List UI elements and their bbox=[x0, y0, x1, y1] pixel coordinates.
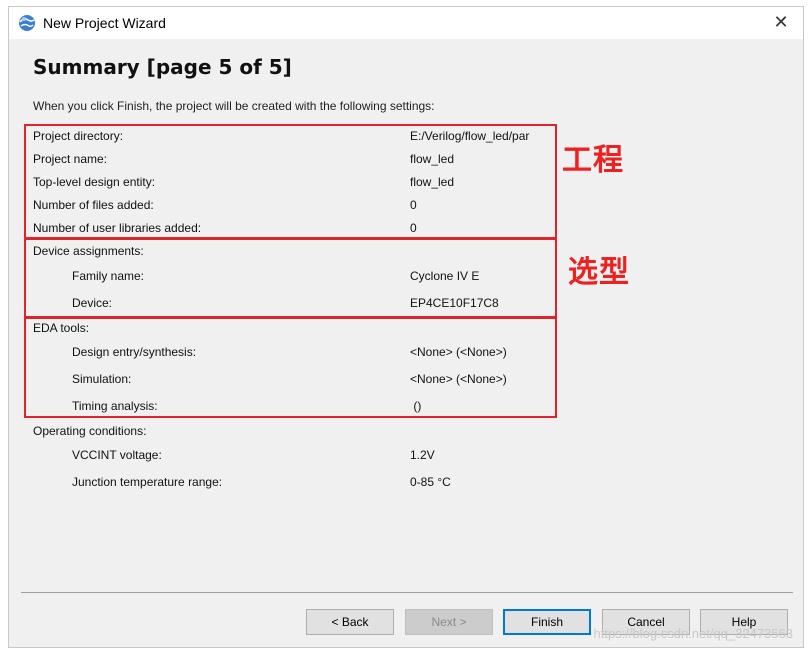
window-title: New Project Wizard bbox=[43, 15, 166, 31]
device-annotation-label: 选型 bbox=[568, 255, 630, 290]
summary-label: Project directory: bbox=[33, 129, 124, 143]
watermark: https://blog.csdn.net/qq_32473563 bbox=[593, 626, 794, 641]
summary-label: VCCINT voltage: bbox=[72, 448, 162, 462]
summary-label: Number of files added: bbox=[33, 198, 154, 212]
summary-value: 0 bbox=[410, 198, 417, 212]
summary-value: 0-85 °C bbox=[410, 475, 451, 489]
summary-label: Junction temperature range: bbox=[72, 475, 223, 489]
summary-label: Design entry/synthesis: bbox=[72, 345, 197, 359]
section-label: Device assignments: bbox=[33, 244, 144, 258]
section-label: EDA tools: bbox=[33, 321, 90, 335]
new-project-wizard-window: New Project Wizard ✕ Summary [page 5 of … bbox=[8, 6, 804, 648]
finish-button[interactable]: Finish bbox=[503, 609, 591, 635]
page-title: Summary [page 5 of 5] bbox=[33, 55, 292, 79]
back-button[interactable]: < Back bbox=[306, 609, 394, 635]
project-annotation-label: 工程 bbox=[562, 143, 624, 178]
summary-label: Timing analysis: bbox=[72, 399, 158, 413]
close-icon[interactable]: ✕ bbox=[759, 7, 803, 39]
summary-value: <None> (<None>) bbox=[410, 345, 507, 359]
summary-value: Cyclone IV E bbox=[410, 269, 480, 283]
title-bar: New Project Wizard ✕ bbox=[9, 7, 803, 39]
summary-label: Family name: bbox=[72, 269, 145, 283]
section-label: Operating conditions: bbox=[33, 424, 147, 438]
summary-label: Top-level design entity: bbox=[33, 175, 156, 189]
summary-value: () bbox=[410, 399, 422, 413]
summary-value: flow_led bbox=[410, 175, 455, 189]
summary-value: EP4CE10F17C8 bbox=[410, 296, 499, 310]
summary-value: 1.2V bbox=[410, 448, 435, 462]
wizard-content: Summary [page 5 of 5] When you click Fin… bbox=[9, 39, 803, 649]
summary-value: <None> (<None>) bbox=[410, 372, 507, 386]
summary-value: 0 bbox=[410, 221, 417, 235]
summary-label: Simulation: bbox=[72, 372, 132, 386]
intro-text: When you click Finish, the project will … bbox=[33, 99, 435, 113]
summary-value: E:/Verilog/flow_led/par bbox=[410, 129, 530, 143]
button-divider bbox=[21, 592, 793, 593]
summary-label: Project name: bbox=[33, 152, 108, 166]
quartus-globe-icon bbox=[18, 14, 36, 32]
summary-label: Device: bbox=[72, 296, 113, 310]
next-button[interactable]: Next > bbox=[405, 609, 493, 635]
summary-label: Number of user libraries added: bbox=[33, 221, 202, 235]
summary-value: flow_led bbox=[410, 152, 455, 166]
